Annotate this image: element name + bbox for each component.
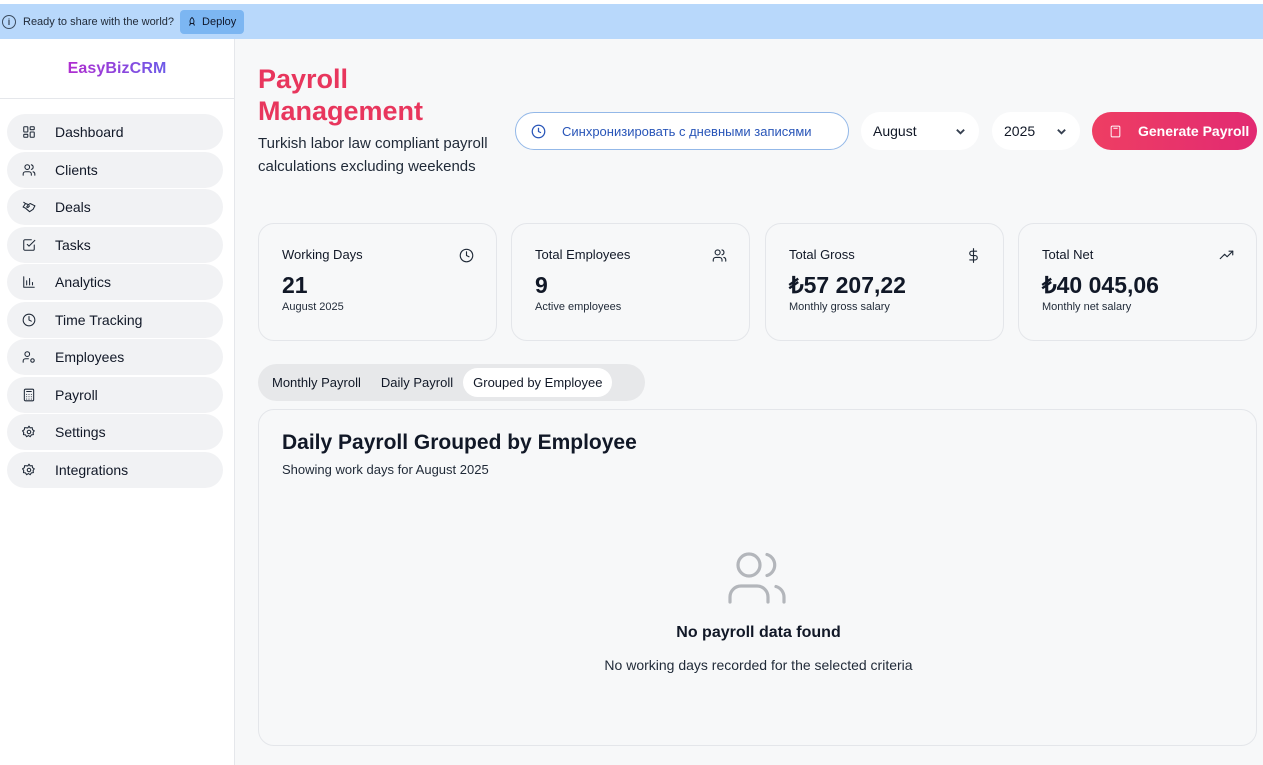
stat-value: ₺40 045,06 [1042, 272, 1159, 298]
banner-text: Ready to share with the world? [23, 15, 175, 28]
trending-up-icon [1219, 250, 1234, 260]
stat-card-total-net: Total Net ₺40 045,06 Monthly net salary [1018, 223, 1257, 341]
users-icon [712, 249, 727, 262]
sidebar-item-label: Analytics [55, 274, 112, 290]
dollar-icon [969, 248, 978, 263]
generate-payroll-button[interactable]: Generate Payroll [1092, 112, 1257, 150]
page-title: Payroll Management [258, 64, 424, 126]
sidebar-item-label: Payroll [55, 386, 98, 403]
generate-payroll-label: Generate Payroll [1138, 123, 1250, 139]
sidebar-item-label: Deals [55, 199, 91, 215]
empty-state-title: No payroll data found [676, 624, 841, 641]
check-square-icon [23, 238, 36, 251]
panel-subtitle: Showing work days for August 2025 [282, 462, 489, 477]
empty-state-message: No working days recorded for the selecte… [604, 657, 913, 673]
page-subtitle: Turkish labor law compliant payroll calc… [258, 135, 488, 175]
stat-value: 9 [535, 272, 548, 298]
user-cog-icon [22, 351, 35, 363]
year-select[interactable]: 2025 [992, 112, 1080, 150]
gear-icon [22, 425, 35, 438]
users-icon [728, 552, 786, 604]
handshake-icon [22, 201, 36, 213]
bar-chart-icon [23, 276, 35, 288]
year-value: 2025 [1004, 123, 1036, 139]
sidebar-nav: Dashboard Clients Deals Tasks Analytics … [0, 99, 234, 488]
sidebar-item-label: Employees [55, 349, 125, 365]
stat-sub: August 2025 [282, 301, 344, 313]
share-banner: i Ready to share with the world? Deploy [0, 4, 1263, 39]
clock-icon [22, 313, 36, 326]
grouped-payroll-panel: Daily Payroll Grouped by Employee Showin… [258, 409, 1257, 746]
sidebar-item-clients[interactable]: Clients [7, 151, 223, 188]
chevron-down-icon [1057, 128, 1066, 135]
sidebar-item-label: Clients [55, 161, 98, 178]
calculator-icon [23, 388, 35, 401]
sidebar-item-label: Tasks [55, 236, 91, 253]
clock-icon [531, 124, 546, 138]
clock-icon [459, 248, 474, 263]
sidebar-item-tasks[interactable]: Tasks [7, 226, 223, 263]
deploy-button[interactable]: Deploy [180, 9, 245, 34]
sidebar-item-payroll[interactable]: Payroll [7, 376, 223, 413]
rocket-icon [189, 16, 195, 26]
sidebar-item-settings[interactable]: Settings [7, 414, 223, 450]
chevron-down-icon [956, 128, 965, 135]
stat-value: 21 [282, 272, 308, 298]
tab-monthly-payroll[interactable]: Monthly Payroll [262, 368, 371, 397]
stat-card-working-days: Working Days 21 August 2025 [258, 223, 497, 341]
sidebar-item-dashboard[interactable]: Dashboard [7, 114, 223, 150]
sidebar-item-label: Settings [55, 424, 106, 440]
brand-name: EasyBizCRM [67, 59, 167, 77]
stat-sub: Active employees [535, 301, 622, 313]
sidebar-item-label: Dashboard [55, 124, 124, 140]
sync-label: Синхронизировать с дневными записями [562, 123, 812, 139]
sidebar-item-integrations[interactable]: Integrations [7, 451, 223, 488]
payroll-tabs: Monthly Payroll Daily Payroll Grouped by… [258, 364, 645, 401]
stat-value: ₺57 207,22 [789, 272, 906, 298]
stat-card-total-gross: Total Gross ₺57 207,22 Monthly gross sal… [765, 223, 1004, 341]
tab-daily-payroll[interactable]: Daily Payroll [371, 368, 463, 397]
brand-logo[interactable]: EasyBizCRM [0, 39, 234, 99]
sync-daily-records-button[interactable]: Синхронизировать с дневными записями [515, 112, 849, 150]
sidebar-item-time-tracking[interactable]: Time Tracking [7, 301, 223, 338]
main-content: Payroll Management Turkish labor law com… [235, 39, 1263, 765]
calculator-icon [1110, 125, 1121, 137]
deploy-label: Deploy [202, 15, 237, 28]
sidebar-item-analytics[interactable]: Analytics [7, 264, 223, 300]
sidebar-item-label: Integrations [55, 461, 129, 478]
info-icon: i [2, 14, 16, 29]
stat-sub: Monthly gross salary [789, 301, 890, 313]
grid-icon [23, 126, 35, 138]
month-value: August [873, 123, 917, 139]
stat-sub: Monthly net salary [1042, 301, 1132, 313]
panel-title: Daily Payroll Grouped by Employee [282, 431, 637, 454]
sidebar-item-deals[interactable]: Deals [7, 189, 223, 225]
sidebar: EasyBizCRM Dashboard Clients Deals Tasks… [0, 39, 235, 765]
sidebar-item-label: Time Tracking [55, 311, 143, 328]
tab-grouped-by-employee[interactable]: Grouped by Employee [463, 368, 613, 397]
gear-icon [22, 463, 35, 475]
sidebar-item-employees[interactable]: Employees [7, 339, 223, 375]
stat-card-total-employees: Total Employees 9 Active employees [511, 223, 750, 341]
month-select[interactable]: August [861, 112, 979, 150]
users-icon [22, 163, 36, 176]
